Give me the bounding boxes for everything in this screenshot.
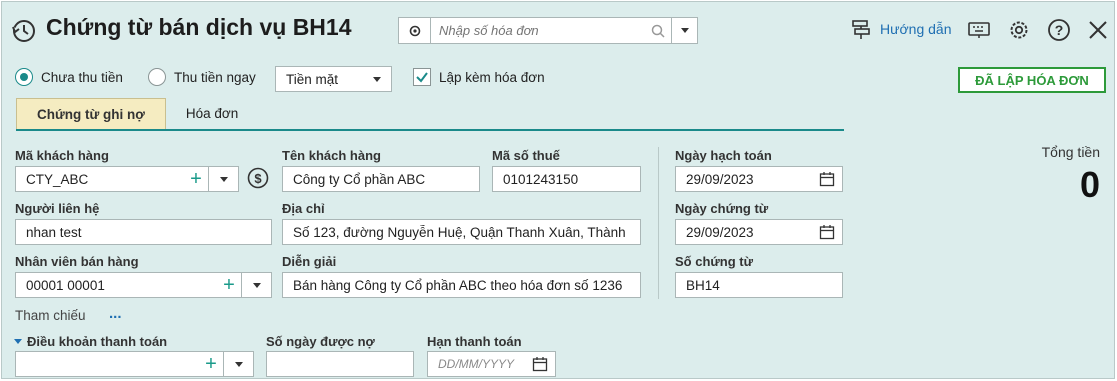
radio-unpaid[interactable]: Chưa thu tiền <box>15 68 123 86</box>
voucher-date-label: Ngày chứng từ <box>675 201 769 216</box>
contact-label: Người liên hệ <box>15 201 100 216</box>
customer-name-value: Công ty Cổ phần ABC <box>293 171 426 187</box>
radio-paid-now-label: Thu tiền ngay <box>174 69 256 85</box>
description-value: Bán hàng Công ty Cổ phần ABC theo hóa đơ… <box>293 277 623 293</box>
salesperson-value: 00001 00001 <box>26 277 105 293</box>
invoice-search-input[interactable] <box>431 18 645 43</box>
posting-date-value: 29/09/2023 <box>686 171 754 187</box>
contact-field[interactable]: nhan test <box>15 219 272 245</box>
radio-paid-now[interactable]: Thu tiền ngay <box>148 68 256 86</box>
close-icon[interactable] <box>1085 17 1111 43</box>
payment-terms-label: Điều khoản thanh toán <box>27 334 168 349</box>
customer-code-dropdown[interactable] <box>208 167 238 191</box>
tax-code-label: Mã số thuế <box>492 148 560 163</box>
guide-link[interactable]: Hướng dẫn <box>850 18 951 40</box>
payment-terms-dropdown[interactable] <box>223 352 253 376</box>
tax-code-value: 0101243150 <box>503 171 579 187</box>
posting-date-field[interactable]: 29/09/2023 <box>675 166 843 192</box>
search-settings-icon[interactable] <box>399 18 431 43</box>
tab-invoice[interactable]: Hóa đơn <box>166 98 258 129</box>
voucher-date-field[interactable]: 29/09/2023 <box>675 219 843 245</box>
tab-bar: Chứng từ ghi nợ Hóa đơn <box>16 98 844 131</box>
page-title: Chứng từ bán dịch vụ BH14 <box>46 14 352 40</box>
radio-paid-now-circle[interactable] <box>148 68 166 86</box>
reference-more-link[interactable]: ... <box>109 305 122 322</box>
svg-text:$: $ <box>254 171 262 186</box>
search-icon[interactable] <box>645 24 671 38</box>
voucher-no-value: BH14 <box>686 277 720 293</box>
payment-terms-field[interactable]: + <box>15 351 254 377</box>
help-icon[interactable]: ? <box>1046 17 1072 43</box>
credit-days-label: Số ngày được nợ <box>266 334 375 349</box>
invoice-checkbox-label: Lập kèm hóa đơn <box>439 69 545 85</box>
radio-unpaid-label: Chưa thu tiền <box>41 69 123 85</box>
tab-debit-voucher[interactable]: Chứng từ ghi nợ <box>16 98 166 129</box>
address-value: Số 123, đường Nguyễn Huệ, Quận Thanh Xuâ… <box>293 224 626 240</box>
reference-label: Tham chiếu <box>15 308 86 323</box>
customer-code-label: Mã khách hàng <box>15 148 109 163</box>
invoice-checkbox[interactable]: Lập kèm hóa đơn <box>413 68 545 86</box>
credit-days-field[interactable] <box>266 351 414 377</box>
customer-code-field[interactable]: CTY_ABC + <box>15 166 239 192</box>
due-date-placeholder: DD/MM/YYYY <box>438 357 515 371</box>
payment-terms-toggle[interactable]: Điều khoản thanh toán <box>14 334 167 349</box>
posting-date-label: Ngày hạch toán <box>675 148 772 163</box>
salesperson-field[interactable]: 00001 00001 + <box>15 272 272 298</box>
calendar-icon[interactable] <box>812 167 842 191</box>
history-icon[interactable] <box>11 18 37 44</box>
add-payment-terms-icon[interactable]: + <box>199 354 223 374</box>
address-field[interactable]: Số 123, đường Nguyễn Huệ, Quận Thanh Xuâ… <box>282 219 641 245</box>
add-salesperson-icon[interactable]: + <box>217 275 241 295</box>
chevron-down-icon <box>234 361 243 367</box>
voucher-no-label: Số chứng từ <box>675 254 754 269</box>
customer-code-value: CTY_ABC <box>26 171 89 187</box>
customer-name-label: Tên khách hàng <box>282 148 381 163</box>
invoice-checkbox-box[interactable] <box>413 68 431 86</box>
payment-method-value: Tiền mặt <box>286 71 339 87</box>
add-customer-icon[interactable]: + <box>184 169 208 189</box>
gear-icon[interactable] <box>1006 17 1032 43</box>
tax-code-field[interactable]: 0101243150 <box>492 166 641 192</box>
address-label: Địa chỉ <box>282 201 325 216</box>
payment-method-select[interactable]: Tiền mặt <box>275 66 392 92</box>
description-field[interactable]: Bán hàng Công ty Cổ phần ABC theo hóa đơ… <box>282 272 641 298</box>
invoice-search-box[interactable] <box>398 17 698 44</box>
due-date-field[interactable]: DD/MM/YYYY <box>427 351 556 377</box>
customer-name-field[interactable]: Công ty Cổ phần ABC <box>282 166 480 192</box>
salesperson-dropdown[interactable] <box>241 273 271 297</box>
checkmark-icon <box>416 72 428 83</box>
chevron-down-icon <box>373 76 381 82</box>
total-label: Tổng tiền <box>1041 144 1100 160</box>
total-value: 0 <box>1079 164 1100 205</box>
chevron-down-icon <box>252 282 261 288</box>
salesperson-label: Nhân viên bán hàng <box>15 254 139 269</box>
invoiced-button[interactable]: ĐÃ LẬP HÓA ĐƠN <box>958 67 1106 93</box>
radio-unpaid-circle[interactable] <box>15 68 33 86</box>
chevron-down-icon <box>680 28 689 33</box>
contact-value: nhan test <box>26 224 82 240</box>
section-divider <box>658 147 659 299</box>
chevron-down-icon <box>219 176 228 182</box>
due-date-label: Hạn thanh toán <box>427 334 522 349</box>
currency-icon[interactable]: $ <box>247 167 269 192</box>
calendar-icon[interactable] <box>812 220 842 244</box>
keyboard-icon[interactable] <box>966 17 992 43</box>
voucher-date-value: 29/09/2023 <box>686 224 754 240</box>
caret-down-icon <box>14 339 22 344</box>
calendar-icon[interactable] <box>525 352 555 376</box>
search-dropdown-button[interactable] <box>671 18 697 43</box>
svg-text:?: ? <box>1055 22 1064 38</box>
voucher-no-field[interactable]: BH14 <box>675 272 843 298</box>
signpost-icon <box>852 20 870 39</box>
guide-label: Hướng dẫn <box>880 21 952 37</box>
voucher-window: Chứng từ bán dịch vụ BH14 Hướng dẫn ? Ch… <box>1 1 1115 379</box>
description-label: Diễn giải <box>282 254 337 269</box>
